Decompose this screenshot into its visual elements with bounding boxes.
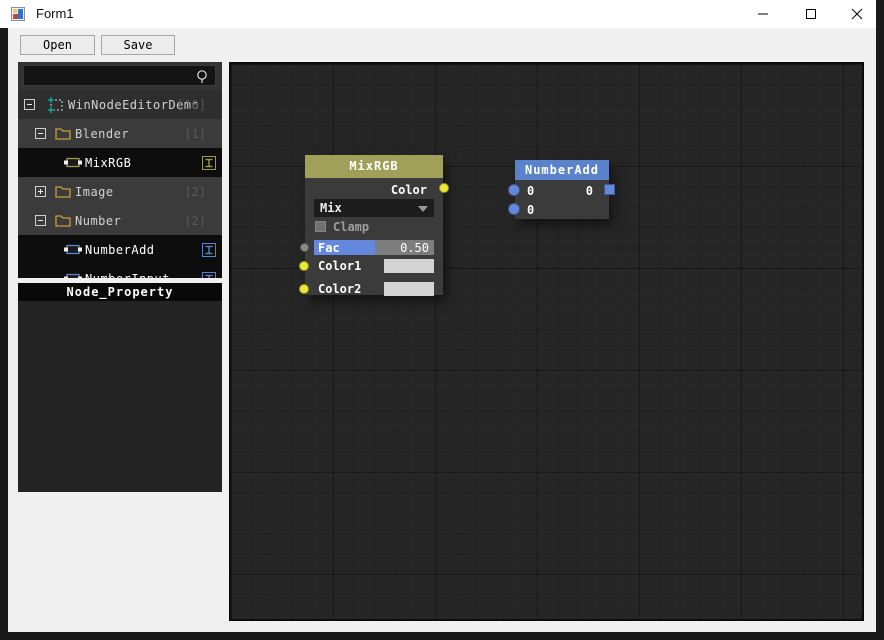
- clamp-checkbox[interactable]: [315, 221, 326, 232]
- clamp-label: Clamp: [333, 220, 370, 234]
- mixrgb-node[interactable]: MixRGB Color Mix Clamp Fac 0.50 Color1 C…: [299, 155, 449, 296]
- tree-item-count: [2]: [184, 214, 206, 228]
- color-output-socket[interactable]: [439, 183, 449, 193]
- node-type-badge-icon: [202, 243, 216, 257]
- numberadd-node-header[interactable]: NumberAdd: [515, 160, 609, 180]
- collapse-toggle-icon[interactable]: [35, 128, 46, 139]
- scene-icon: [48, 97, 63, 113]
- search-input[interactable]: [28, 68, 188, 83]
- close-button[interactable]: [836, 0, 878, 28]
- fac-input-socket[interactable]: [300, 243, 309, 252]
- tree-search-box[interactable]: [23, 65, 216, 86]
- tree-item-blender[interactable]: Blender [1]: [18, 119, 222, 148]
- fac-slider[interactable]: Fac 0.50: [314, 240, 434, 255]
- node-property-panel: Node_Property: [18, 283, 222, 492]
- collapse-toggle-icon[interactable]: [35, 215, 46, 226]
- number-input-value-2: 0: [527, 203, 535, 217]
- app-icon: [11, 7, 25, 21]
- blend-mode-value: Mix: [320, 201, 342, 215]
- number-input-value-1: 0: [527, 184, 535, 198]
- fac-label: Fac: [318, 241, 340, 255]
- color2-label: Color2: [318, 282, 362, 296]
- tree-item-label: Image: [75, 185, 114, 199]
- tree-item-numberinput[interactable]: NumberInput: [18, 264, 222, 278]
- tree-item-numberadd[interactable]: NumberAdd: [18, 235, 222, 264]
- title-bar: Form1: [0, 0, 876, 28]
- number-output-value: 0: [585, 184, 593, 198]
- tree-item-label: NumberAdd: [85, 243, 155, 257]
- maximize-button[interactable]: [790, 0, 832, 28]
- minimize-button[interactable]: [742, 0, 784, 28]
- tree-item-count: [2]: [184, 185, 206, 199]
- close-icon: [851, 8, 863, 20]
- numberadd-node[interactable]: NumberAdd 0 0 0: [508, 160, 615, 219]
- node-type-badge-icon: [202, 272, 216, 278]
- number-input-socket-1[interactable]: [508, 184, 520, 196]
- tree-item-number[interactable]: Number [2]: [18, 206, 222, 235]
- window-title: Form1: [36, 6, 74, 21]
- mixrgb-node-header[interactable]: MixRGB: [305, 155, 443, 178]
- folder-icon: [55, 215, 71, 227]
- tree-item-mixrgb[interactable]: MixRGB: [18, 148, 222, 177]
- number-input-socket-2[interactable]: [508, 203, 520, 215]
- tree-item-winnodeeditordemo[interactable]: WinNodeEditorDemo [10]: [18, 90, 222, 119]
- collapse-toggle-icon[interactable]: [24, 99, 35, 110]
- node-tree-panel: WinNodeEditorDemo [10] Blender [1] MixRG…: [18, 62, 222, 278]
- color2-input-socket[interactable]: [299, 284, 309, 294]
- color1-input-socket[interactable]: [299, 261, 309, 271]
- folder-icon: [55, 128, 71, 140]
- color2-swatch[interactable]: [384, 282, 434, 296]
- node-editor-canvas[interactable]: MixRGB Color Mix Clamp Fac 0.50 Color1 C…: [229, 62, 864, 621]
- color1-label: Color1: [318, 259, 362, 273]
- node-icon: [64, 244, 82, 255]
- maximize-icon: [806, 9, 816, 19]
- node-icon: [64, 157, 82, 168]
- tree-item-count: [10]: [177, 98, 206, 112]
- tree-item-count: [1]: [184, 127, 206, 141]
- tree-item-image[interactable]: Image [2]: [18, 177, 222, 206]
- node-type-badge-icon: [202, 156, 216, 170]
- expand-toggle-icon[interactable]: [35, 186, 46, 197]
- save-button[interactable]: Save: [101, 35, 175, 55]
- tree-item-label: Blender: [75, 127, 130, 141]
- tree-item-label: NumberInput: [85, 272, 170, 278]
- color1-swatch[interactable]: [384, 259, 434, 273]
- form-body: Open Save WinNodeEditorDemo [10] Blender…: [8, 28, 876, 632]
- folder-icon: [55, 186, 71, 198]
- open-button[interactable]: Open: [20, 35, 95, 55]
- number-output-socket[interactable]: [604, 184, 615, 195]
- tree-item-label: Number: [75, 214, 122, 228]
- search-icon: [197, 70, 207, 83]
- node-property-title: Node_Property: [18, 283, 222, 301]
- node-icon: [64, 273, 82, 278]
- minimize-icon: [758, 13, 768, 15]
- fac-value: 0.50: [400, 241, 429, 255]
- color-output-label: Color: [390, 183, 427, 197]
- blend-mode-dropdown[interactable]: Mix: [314, 199, 434, 217]
- tree-item-label: MixRGB: [85, 156, 132, 170]
- chevron-down-icon: [418, 206, 428, 212]
